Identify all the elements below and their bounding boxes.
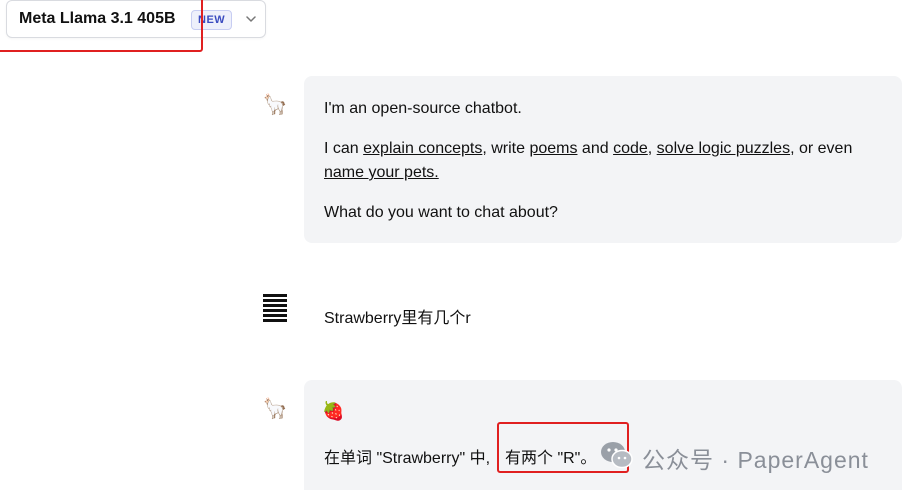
question-text: What do you want to chat about? (324, 204, 558, 221)
link-solve-logic-puzzles[interactable]: solve logic puzzles (657, 140, 790, 157)
link-code[interactable]: code (613, 140, 648, 157)
capabilities-prefix: I can (324, 140, 364, 157)
link-poems[interactable]: poems (529, 140, 577, 157)
answer-highlight-text: 有两个 "R"。 (505, 450, 597, 467)
link-explain-concepts[interactable]: explain concepts (363, 140, 482, 157)
wechat-icon (601, 442, 633, 469)
new-badge: NEW (191, 10, 233, 30)
answer-prefix-text: 在单词 "Strawberry" 中, (324, 450, 491, 467)
chat-page: Meta Llama 3.1 405B NEW 🦙 I'm an open-so… (0, 0, 909, 490)
capabilities-line: I can explain concepts, write poems and … (324, 140, 852, 158)
watermark-text: 公众号 · PaperAgent (642, 447, 869, 473)
intro-text: I'm an open-source chatbot. (324, 100, 522, 117)
sep-text: , or even (790, 140, 853, 157)
strawberry-icon: 🍓 (322, 401, 345, 421)
model-name: Meta Llama 3.1 405B (19, 10, 176, 27)
sep-text: , (647, 140, 657, 157)
link-name-your-pets[interactable]: name your pets. (324, 164, 439, 182)
llama-avatar-icon: 🦙 (262, 398, 288, 420)
sep-text: , write (482, 140, 530, 157)
llama-avatar-icon: 🦙 (262, 94, 288, 116)
user-message-text: Strawberry里有几个r (324, 310, 471, 327)
assistant-message-bubble: I'm an open-source chatbot. I can explai… (304, 76, 902, 243)
chevron-down-icon[interactable] (243, 11, 259, 27)
model-selector[interactable]: Meta Llama 3.1 405B NEW (6, 0, 266, 38)
sep-text: and (577, 140, 614, 157)
user-icon (263, 294, 287, 322)
